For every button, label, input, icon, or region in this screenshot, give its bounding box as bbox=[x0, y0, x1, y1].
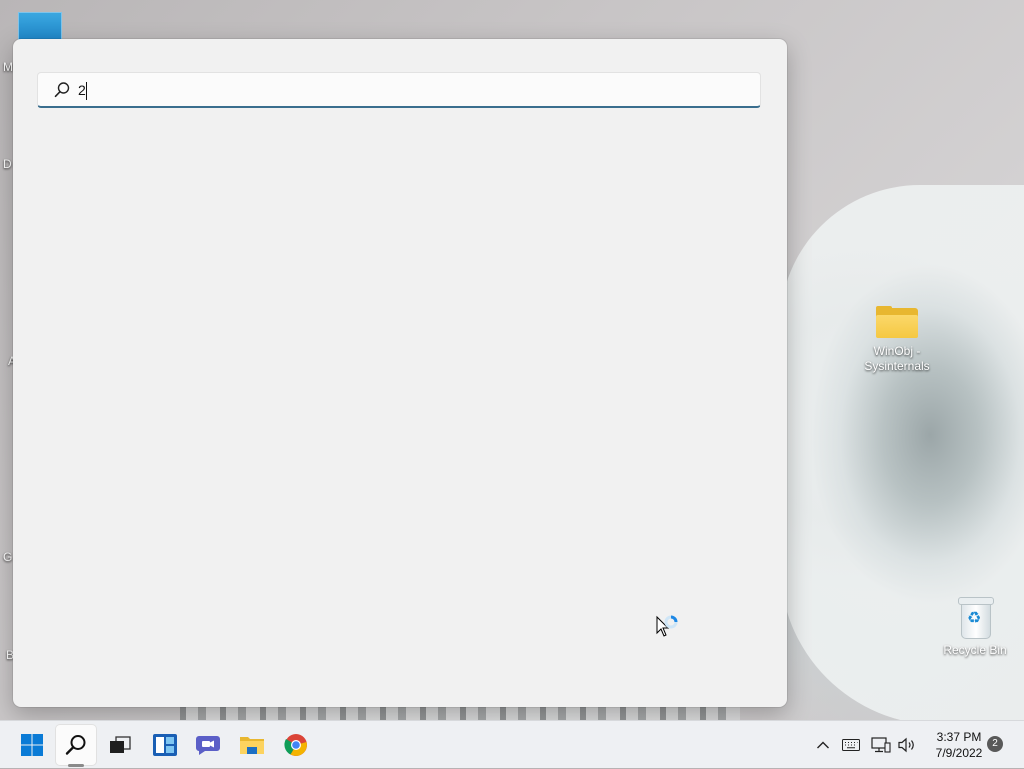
search-input[interactable] bbox=[78, 77, 738, 103]
busy-cursor-icon bbox=[656, 615, 678, 637]
active-indicator bbox=[68, 764, 84, 767]
folder-icon bbox=[240, 737, 264, 754]
desktop-icon-label-partial: M bbox=[3, 60, 13, 74]
desktop-icon-label: WinObj - Sysinternals bbox=[864, 344, 930, 373]
input-indicator-button[interactable] bbox=[840, 721, 862, 769]
recycle-bin-icon: ♻ bbox=[958, 597, 994, 639]
search-box[interactable] bbox=[37, 72, 761, 108]
network-icon bbox=[871, 737, 891, 753]
clock-date: 7/9/2022 bbox=[935, 746, 983, 760]
clock-time: 3:37 PM bbox=[936, 730, 982, 744]
widgets-button[interactable] bbox=[145, 725, 185, 765]
task-view-button[interactable] bbox=[100, 725, 140, 765]
search-icon bbox=[54, 82, 70, 98]
file-explorer-button[interactable] bbox=[232, 725, 272, 765]
notification-badge[interactable]: 2 bbox=[987, 736, 1003, 752]
chevron-up-icon bbox=[817, 741, 829, 749]
chrome-icon bbox=[284, 734, 307, 756]
search-icon bbox=[65, 735, 86, 755]
desktop-icon-label: Recycle Bin bbox=[943, 643, 1007, 657]
folder-icon bbox=[876, 306, 918, 338]
volume-button[interactable] bbox=[896, 721, 918, 769]
task-view-icon bbox=[110, 736, 131, 753]
chrome-button[interactable] bbox=[276, 725, 316, 765]
show-hidden-icons-button[interactable] bbox=[812, 721, 834, 769]
desktop-icon-recycle-bin[interactable]: ♻ Recycle Bin bbox=[936, 597, 1014, 658]
desktop-icon-label-partial: G bbox=[3, 550, 13, 564]
chat-icon bbox=[196, 736, 220, 755]
taskbar: 3:37 PM 7/9/2022 bbox=[0, 720, 1024, 768]
clock-button[interactable]: 3:37 PM 7/9/2022 bbox=[924, 729, 994, 761]
network-button[interactable] bbox=[870, 721, 892, 769]
windows-logo-icon bbox=[21, 734, 43, 756]
desktop-icon-winobj[interactable]: WinObj - Sysinternals bbox=[858, 306, 936, 374]
volume-icon bbox=[898, 737, 914, 753]
desktop-icon-partial[interactable] bbox=[18, 12, 62, 42]
search-panel bbox=[13, 39, 787, 707]
widgets-icon bbox=[153, 734, 177, 756]
text-caret bbox=[86, 82, 87, 100]
chat-button[interactable] bbox=[188, 725, 228, 765]
start-button[interactable] bbox=[12, 725, 52, 765]
taskbar-search-button[interactable] bbox=[56, 725, 96, 765]
desktop-icon-label-partial: D bbox=[3, 157, 12, 171]
keyboard-icon bbox=[842, 739, 860, 751]
